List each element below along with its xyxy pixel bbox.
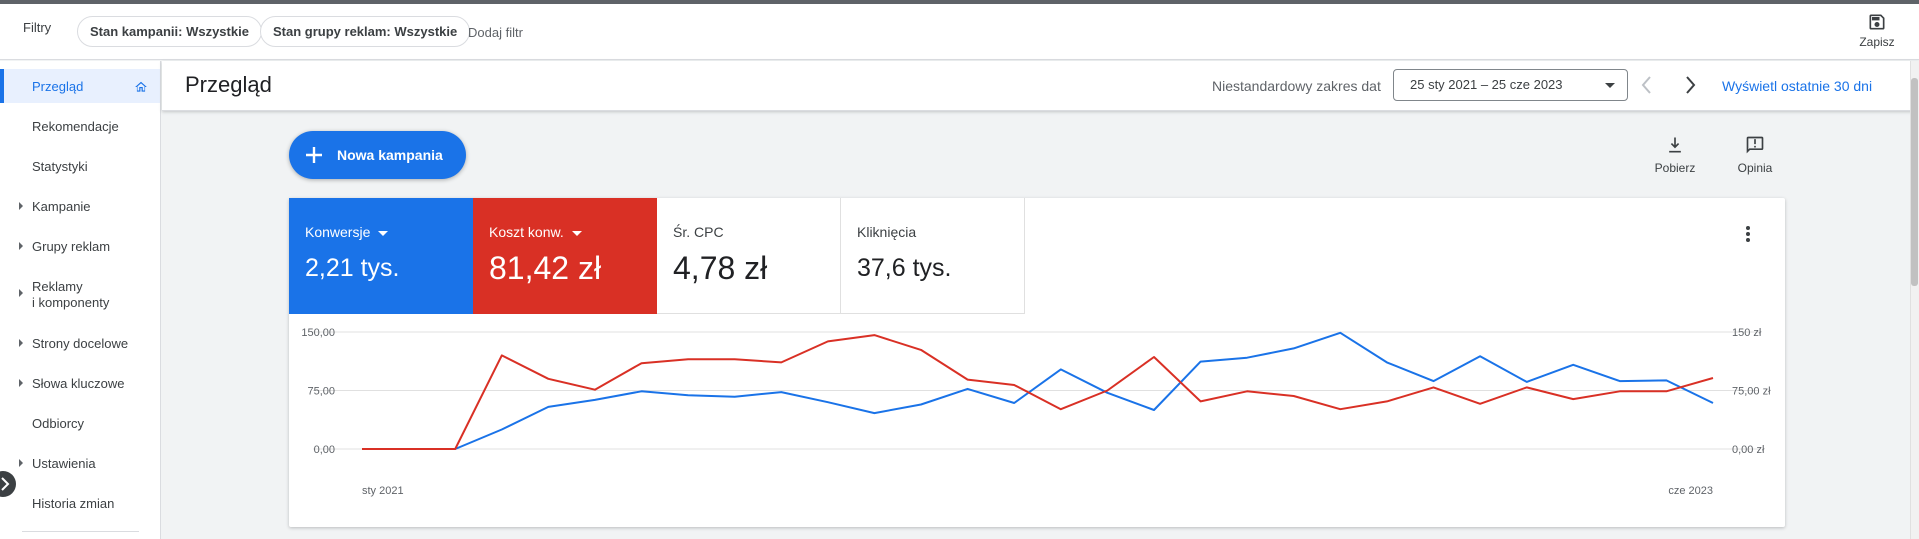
download-button[interactable]: Pobierz bbox=[1640, 135, 1710, 175]
download-label: Pobierz bbox=[1654, 161, 1696, 175]
sidebar-item-label: Reklamy bbox=[32, 279, 83, 294]
metric-value: 4,78 zł bbox=[673, 250, 768, 286]
add-filter-link[interactable]: Dodaj filtr bbox=[468, 25, 523, 40]
active-indicator bbox=[0, 69, 4, 103]
save-icon bbox=[1869, 14, 1885, 30]
metric-label: Śr. CPC bbox=[673, 224, 724, 240]
expand-arrow-icon bbox=[19, 339, 23, 347]
save-label: Zapisz bbox=[1859, 35, 1895, 49]
sidebar-item-label-line2: i komponenty bbox=[32, 295, 110, 310]
series-line bbox=[362, 334, 1714, 450]
expand-arrow-icon bbox=[19, 202, 23, 210]
sidebar-item-label: Historia zmian bbox=[32, 496, 115, 511]
sidebar-item-change-history[interactable]: Historia zmian bbox=[0, 496, 160, 516]
sidebar-item-ads-assets[interactable]: Reklamy i komponenty bbox=[0, 279, 160, 313]
performance-chart: 150,00 150 zł 75,00 75,00 zł 0,00 0,00 zł sty … bbox=[301, 327, 1771, 497]
sidebar-item-label: Strony docelowe bbox=[32, 336, 129, 351]
dropdown-caret-icon bbox=[571, 230, 582, 236]
filter-chip-campaign-status[interactable]: Stan kampanii: Wszystkie bbox=[77, 16, 262, 47]
y-tick-label-right: 150 zł bbox=[1732, 327, 1762, 339]
chart-labels: 150,00 150 zł 75,00 75,00 zł 0,00 0,00 zł sty … bbox=[301, 327, 1771, 497]
performance-card: Konwersje 2,21 tys. Koszt konw. 81,42 zł… bbox=[289, 198, 1785, 527]
save-button[interactable]: Zapisz bbox=[1852, 12, 1902, 49]
y-tick-label-left: 0,00 bbox=[314, 444, 335, 456]
chevron-right-icon bbox=[1, 477, 10, 491]
new-campaign-button[interactable]: Nowa kampania bbox=[289, 131, 466, 179]
chevron-right-icon[interactable] bbox=[1683, 75, 1697, 95]
sidebar-item-landing-pages[interactable]: Strony docelowe bbox=[0, 336, 160, 356]
filter-chip-adgroup-status[interactable]: Stan grupy reklam: Wszystkie bbox=[260, 16, 471, 47]
sidebar-item-campaigns[interactable]: Kampanie bbox=[0, 199, 160, 219]
metric-conversions[interactable]: Konwersje 2,21 tys. bbox=[289, 198, 473, 314]
feedback-icon bbox=[1746, 136, 1764, 154]
dropdown-caret-icon bbox=[1605, 83, 1615, 88]
metric-label: Kliknięcia bbox=[857, 224, 917, 240]
date-range-value: 25 sty 2021 – 25 cze 2023 bbox=[1410, 77, 1563, 92]
sidebar-item-ad-groups[interactable]: Grupy reklam bbox=[0, 239, 160, 259]
more-options-icon[interactable] bbox=[1745, 224, 1751, 244]
sidebar: Przegląd Rekomendacje Statystyki Kampani… bbox=[0, 61, 161, 539]
y-tick-label-right: 75,00 zł bbox=[1732, 386, 1771, 398]
sidebar-divider bbox=[22, 531, 139, 532]
expand-arrow-icon bbox=[19, 242, 23, 250]
sidebar-item-recommendations[interactable]: Rekomendacje bbox=[0, 119, 160, 139]
dropdown-caret-icon bbox=[378, 230, 389, 236]
metric-avg-cpc[interactable]: Śr. CPC 4,78 zł bbox=[657, 198, 841, 314]
x-tick-label: sty 2021 bbox=[362, 485, 404, 497]
sidebar-item-label: Odbiorcy bbox=[32, 416, 85, 431]
sidebar-item-label: Ustawienia bbox=[32, 456, 96, 471]
download-icon bbox=[1669, 137, 1681, 153]
new-campaign-label: Nowa kampania bbox=[337, 147, 443, 163]
metric-clicks[interactable]: Kliknięcia 37,6 tys. bbox=[841, 198, 1025, 314]
sidebar-item-audiences[interactable]: Odbiorcy bbox=[0, 416, 160, 436]
date-range-select[interactable]: 25 sty 2021 – 25 cze 2023 bbox=[1393, 69, 1628, 101]
sidebar-item-label: Słowa kluczowe bbox=[32, 376, 125, 391]
sidebar-item-label: Statystyki bbox=[32, 159, 88, 174]
metric-label: Konwersje bbox=[305, 224, 389, 240]
plus-icon bbox=[306, 147, 322, 163]
last-30-days-link[interactable]: Wyświetl ostatnie 30 dni bbox=[1722, 78, 1872, 94]
page-title: Przegląd bbox=[185, 72, 272, 97]
y-tick-label-left: 75,00 bbox=[307, 386, 335, 398]
filter-bar: Filtry Stan kampanii: Wszystkie Stan gru… bbox=[0, 4, 1919, 60]
page-header: Przegląd Niestandardowy zakres dat 25 st… bbox=[162, 61, 1919, 111]
sidebar-item-label: Rekomendacje bbox=[32, 119, 119, 134]
feedback-label: Opinia bbox=[1737, 161, 1773, 175]
x-tick-label: cze 2023 bbox=[1668, 485, 1713, 497]
y-tick-label-right: 0,00 zł bbox=[1732, 444, 1765, 456]
expand-arrow-icon bbox=[19, 289, 23, 297]
home-icon bbox=[135, 81, 147, 92]
metric-cost-per-conversion[interactable]: Koszt konw. 81,42 zł bbox=[473, 198, 657, 314]
sidebar-item-label: Kampanie bbox=[32, 199, 91, 214]
date-range-label: Niestandardowy zakres dat bbox=[1212, 78, 1381, 94]
metric-value: 2,21 tys. bbox=[305, 254, 400, 282]
metric-value: 37,6 tys. bbox=[857, 254, 952, 282]
sidebar-item-overview[interactable]: Przegląd bbox=[0, 69, 160, 103]
y-tick-label-left: 150,00 bbox=[301, 327, 335, 339]
sidebar-item-insights[interactable]: Statystyki bbox=[0, 159, 160, 179]
feedback-button[interactable]: Opinia bbox=[1720, 135, 1790, 175]
sidebar-item-label: Przegląd bbox=[32, 79, 84, 94]
scrollbar-thumb[interactable] bbox=[1911, 78, 1918, 286]
metric-value: 81,42 zł bbox=[489, 250, 602, 286]
expand-arrow-icon bbox=[19, 379, 23, 387]
metric-label: Koszt konw. bbox=[489, 224, 582, 240]
filters-label: Filtry bbox=[23, 20, 52, 35]
sidebar-item-settings[interactable]: Ustawienia bbox=[0, 456, 160, 476]
chevron-left-icon[interactable] bbox=[1640, 75, 1654, 95]
sidebar-item-label: Grupy reklam bbox=[32, 239, 111, 254]
expand-arrow-icon bbox=[19, 459, 23, 467]
sidebar-item-keywords[interactable]: Słowa kluczowe bbox=[0, 376, 160, 396]
